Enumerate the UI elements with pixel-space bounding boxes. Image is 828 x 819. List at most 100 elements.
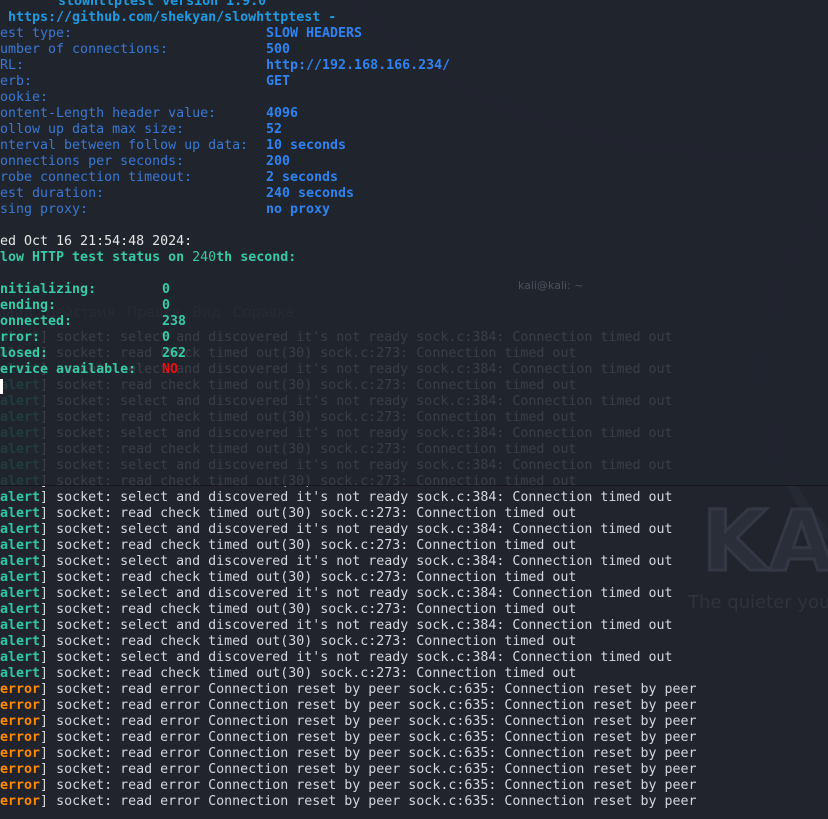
log-line: [error] socket: read error Connection re… xyxy=(0,794,697,810)
log-tag: error xyxy=(0,730,41,745)
log-line: [alert] socket: select and discovered it… xyxy=(0,650,672,666)
config-label: Interval between follow up data: xyxy=(0,138,249,153)
log-line: [alert] socket: read check timed out(30)… xyxy=(0,666,576,682)
timestamp: Wed Oct 16 21:54:48 2024: xyxy=(0,234,193,249)
bracket-close: ] xyxy=(40,634,57,649)
bracket-close: ] xyxy=(40,554,57,569)
bracket-close: ] xyxy=(40,730,57,745)
log-tag: alert xyxy=(0,538,41,553)
log-message: socket: read error Connection reset by p… xyxy=(56,714,697,729)
log-tag: alert xyxy=(0,522,41,537)
log-line: [alert] socket: read check timed out(30)… xyxy=(0,602,576,618)
log-tag: error xyxy=(0,714,41,729)
log-tag: error xyxy=(0,778,41,793)
stat-label: Initializing: xyxy=(0,282,97,297)
log-message: socket: read check timed out(30) sock.c:… xyxy=(56,538,577,553)
bracket-close: ] xyxy=(40,586,57,601)
log-line: [error] socket: read error Connection re… xyxy=(0,714,697,730)
log-line: [error] socket: read error Connection re… xyxy=(0,778,697,794)
bracket-close: ] xyxy=(40,666,57,681)
log-message: socket: read check timed out(30) sock.c:… xyxy=(56,570,577,585)
bracket-close: ] xyxy=(40,570,57,585)
log-tag: alert xyxy=(0,618,41,633)
log-message: socket: read error Connection reset by p… xyxy=(56,682,697,697)
config-value: http://192.168.166.234/ xyxy=(266,58,451,73)
bracket-close: ] xyxy=(40,682,57,697)
stat-value: 0 xyxy=(162,298,171,313)
log-line: [alert] socket: read check timed out(30)… xyxy=(0,570,576,586)
config-value: 4096 xyxy=(266,106,299,121)
bracket-close: ] xyxy=(40,490,57,505)
log-message: socket: read error Connection reset by p… xyxy=(56,762,697,777)
bracket-close: ] xyxy=(40,746,57,761)
log-message: socket: read error Connection reset by p… xyxy=(56,746,697,761)
log-line: [error] socket: read error Connection re… xyxy=(0,746,697,762)
config-value: 200 xyxy=(266,154,291,169)
bracket-close: ] xyxy=(40,522,57,537)
log-message: socket: read check timed out(30) sock.c:… xyxy=(56,506,577,521)
config-label: Cookie: xyxy=(0,90,49,105)
log-message: socket: select and discovered it's not r… xyxy=(56,618,673,633)
log-tag: alert xyxy=(0,602,41,617)
bracket-close: ] xyxy=(40,538,57,553)
config-label: Content-Length header value: xyxy=(0,106,217,121)
log-tag: error xyxy=(0,698,41,713)
config-value: 240 seconds xyxy=(266,186,355,201)
log-message: socket: read check timed out(30) sock.c:… xyxy=(56,634,577,649)
log-tag: alert xyxy=(0,650,41,665)
config-value: 2 seconds xyxy=(266,170,339,185)
log-message: socket: read check timed out(30) sock.c:… xyxy=(56,602,577,617)
log-tag: error xyxy=(0,762,41,777)
log-line: [alert] socket: select and discovered it… xyxy=(0,522,672,538)
log-message: socket: select and discovered it's not r… xyxy=(56,586,673,601)
terminal-cursor xyxy=(0,379,3,394)
log-tag: alert xyxy=(0,634,41,649)
log-message: socket: select and discovered it's not r… xyxy=(56,554,673,569)
log-line: [alert] socket: select and discovered it… xyxy=(0,618,672,634)
log-tag: alert xyxy=(0,554,41,569)
bracket-close: ] xyxy=(40,602,57,617)
config-label: Number of connections: xyxy=(0,42,169,57)
log-line: [alert] socket: read check timed out(30)… xyxy=(0,634,576,650)
log-message: socket: read check timed out(30) sock.c:… xyxy=(56,666,577,681)
log-message: socket: read error Connection reset by p… xyxy=(56,698,697,713)
bracket-close: ] xyxy=(40,618,57,633)
log-line: [error] socket: read error Connection re… xyxy=(0,682,697,698)
slowhttptest-terminal-window[interactable]: slowhttptest version 1.9.0 - https://git… xyxy=(0,0,828,486)
log-tag: error xyxy=(0,794,41,809)
config-label: Using proxy: xyxy=(0,202,89,217)
config-label: Connections per seconds: xyxy=(0,154,185,169)
status-seconds: 240 xyxy=(192,250,217,265)
window-title: kali@kali: ~ xyxy=(518,279,584,292)
config-value: no proxy xyxy=(266,202,331,217)
log-tag: alert xyxy=(0,570,41,585)
status-suffix: th second: xyxy=(216,250,297,265)
bracket-close: ] xyxy=(40,762,57,777)
log-message: socket: select and discovered it's not r… xyxy=(56,490,673,505)
log-line: [alert] socket: select and discovered it… xyxy=(0,490,672,506)
log-message: socket: read error Connection reset by p… xyxy=(56,730,697,745)
log-message: socket: select and discovered it's not r… xyxy=(56,650,673,665)
config-label: Test duration: xyxy=(0,186,105,201)
config-value: 500 xyxy=(266,42,291,57)
bracket-close: ] xyxy=(40,698,57,713)
log-line: [alert] socket: read check timed out(30)… xyxy=(0,506,576,522)
config-value: 52 xyxy=(266,122,283,137)
bracket-close: ] xyxy=(40,778,57,793)
log-line: [error] socket: read error Connection re… xyxy=(0,730,697,746)
log-message: socket: read error Connection reset by p… xyxy=(56,778,697,793)
stat-label: Closed: xyxy=(0,346,49,361)
log-tag: alert xyxy=(0,490,41,505)
stat-value: 262 xyxy=(162,346,187,361)
config-label: Follow up data max size: xyxy=(0,122,185,137)
log-line: [error] socket: read error Connection re… xyxy=(0,698,697,714)
log-tag: alert xyxy=(0,506,41,521)
log-line: [alert] socket: select and discovered it… xyxy=(0,554,672,570)
config-value: GET xyxy=(266,74,291,89)
stat-value: 0 xyxy=(162,282,171,297)
bracket-close: ] xyxy=(40,714,57,729)
config-label: Probe connection timeout: xyxy=(0,170,193,185)
config-label: Test type: xyxy=(0,26,73,41)
log-tag: alert xyxy=(0,666,41,681)
github-line: - https://github.com/shekyan/slowhttptes… xyxy=(0,10,337,25)
